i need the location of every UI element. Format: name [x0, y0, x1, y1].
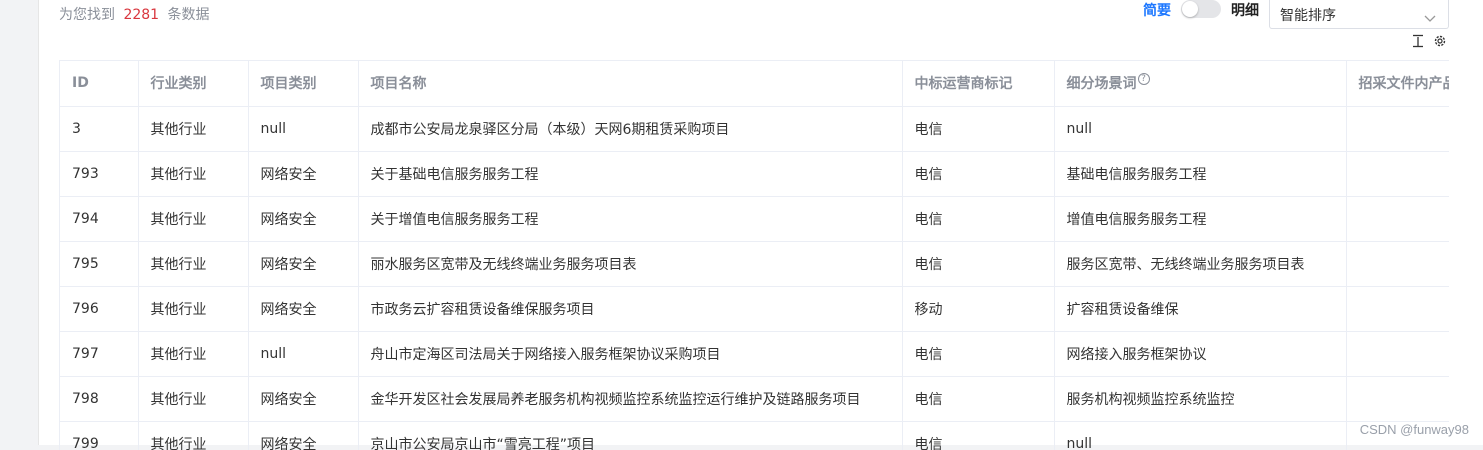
col-header-scene[interactable]: 细分场景词? — [1054, 61, 1347, 107]
col-header-id[interactable]: ID — [60, 61, 139, 107]
table-row[interactable]: 3 其他行业 null 成都市公安局龙泉驿区分局（本级）天网6期租赁采购项目 电信 nul… — [60, 106, 1449, 152]
cell-project-name: 成都市公安局龙泉驿区分局（本级）天网6期租赁采购项目 — [358, 106, 903, 152]
cell-project-type: 网络安全 — [248, 241, 359, 287]
cell-scene: 增值电信服务服务工程 — [1054, 196, 1347, 242]
results-panel: 为您找到 2281 条数据 简要 明细 智能排序 ID 行业类别 项目类别 项目… — [38, 0, 1483, 450]
sort-select[interactable]: 智能排序 — [1269, 0, 1449, 29]
cell-id: 797 — [60, 331, 139, 377]
toggle-knob — [1182, 1, 1198, 17]
col-header-project-name[interactable]: 项目名称 — [358, 61, 903, 107]
summary-suffix: 条数据 — [167, 7, 210, 23]
cell-project-name: 京山市公安局京山市“雪亮工程”项目 — [358, 421, 903, 450]
view-detail-label[interactable]: 明细 — [1231, 0, 1259, 20]
col-header-scene-label: 细分场景词 — [1066, 76, 1137, 93]
col-header-project-type[interactable]: 项目类别 — [248, 61, 359, 107]
cell-industry: 其他行业 — [138, 106, 249, 152]
cell-scene: 基础电信服务服务工程 — [1054, 151, 1347, 197]
cell-industry: 其他行业 — [138, 241, 249, 287]
cell-id: 793 — [60, 151, 139, 197]
cell-id: 795 — [60, 241, 139, 287]
table-row[interactable]: 796 其他行业 网络安全 市政务云扩容租赁设备维保服务项目 移动 扩容租赁设备维保 — [60, 286, 1449, 332]
cell-project-name: 丽水服务区宽带及无线终端业务服务项目表 — [358, 241, 903, 287]
cell-project-name: 关于基础电信服务服务工程 — [358, 151, 903, 197]
cell-project-name: 关于增值电信服务服务工程 — [358, 196, 903, 242]
results-table: ID 行业类别 项目类别 项目名称 中标运营商标记 细分场景词? 招采文件内产品… — [60, 61, 1449, 450]
chevron-down-icon — [1424, 8, 1436, 27]
cell-id: 796 — [60, 286, 139, 332]
col-header-operator[interactable]: 中标运营商标记 — [902, 61, 1055, 107]
view-brief-label[interactable]: 简要 — [1143, 0, 1171, 20]
table-row[interactable]: 795 其他行业 网络安全 丽水服务区宽带及无线终端业务服务项目表 电信 服务区宽带、无线… — [60, 241, 1449, 287]
settings-icon[interactable] — [1433, 33, 1447, 52]
view-mode-toggle[interactable] — [1181, 0, 1221, 18]
table-body: 3 其他行业 null 成都市公安局龙泉驿区分局（本级）天网6期租赁采购项目 电信 nul… — [60, 106, 1449, 450]
cell-project-type: 网络安全 — [248, 376, 359, 422]
cell-id: 799 — [60, 421, 139, 450]
cell-products — [1346, 331, 1449, 377]
cell-scene: 扩容租赁设备维保 — [1054, 286, 1347, 332]
help-icon[interactable]: ? — [1137, 73, 1150, 86]
cell-products — [1346, 241, 1449, 287]
cell-products — [1346, 151, 1449, 197]
cell-industry: 其他行业 — [138, 286, 249, 332]
cell-operator: 电信 — [902, 106, 1055, 152]
cell-operator: 电信 — [902, 331, 1055, 377]
table-row[interactable]: 799 其他行业 网络安全 京山市公安局京山市“雪亮工程”项目 电信 null — [60, 421, 1449, 450]
cell-project-name: 金华开发区社会发展局养老服务机构视频监控系统监控运行维护及链路服务项目 — [358, 376, 903, 422]
cell-industry: 其他行业 — [138, 331, 249, 377]
cell-scene: 服务机构视频监控系统监控 — [1054, 376, 1347, 422]
cell-industry: 其他行业 — [138, 421, 249, 450]
table-header-row: ID 行业类别 项目类别 项目名称 中标运营商标记 细分场景词? 招采文件内产品 — [60, 61, 1449, 107]
cell-operator: 电信 — [902, 376, 1055, 422]
cell-products — [1346, 196, 1449, 242]
cell-industry: 其他行业 — [138, 196, 249, 242]
cell-scene: null — [1054, 106, 1347, 152]
cell-project-type: 网络安全 — [248, 421, 359, 450]
col-header-products[interactable]: 招采文件内产品 — [1346, 61, 1449, 107]
density-icon[interactable] — [1411, 33, 1425, 52]
cell-industry: 其他行业 — [138, 376, 249, 422]
cell-products — [1346, 376, 1449, 422]
cell-id: 3 — [60, 106, 139, 152]
cell-scene: 服务区宽带、无线终端业务服务项目表 — [1054, 241, 1347, 287]
cell-project-name: 市政务云扩容租赁设备维保服务项目 — [358, 286, 903, 332]
result-summary: 为您找到 2281 条数据 — [59, 4, 210, 24]
sort-select-value: 智能排序 — [1280, 8, 1336, 24]
results-table-container[interactable]: ID 行业类别 项目类别 项目名称 中标运营商标记 细分场景词? 招采文件内产品… — [59, 60, 1449, 450]
table-row[interactable]: 797 其他行业 null 舟山市定海区司法局关于网络接入服务框架协议采购项目 电信 网络… — [60, 331, 1449, 377]
cell-project-type: null — [248, 106, 359, 152]
cell-industry: 其他行业 — [138, 151, 249, 197]
cell-project-type: 网络安全 — [248, 196, 359, 242]
table-row[interactable]: 798 其他行业 网络安全 金华开发区社会发展局养老服务机构视频监控系统监控运行维护及… — [60, 376, 1449, 422]
cell-id: 794 — [60, 196, 139, 242]
cell-operator: 移动 — [902, 286, 1055, 332]
cell-scene: null — [1054, 421, 1347, 450]
cell-products — [1346, 106, 1449, 152]
cell-project-name: 舟山市定海区司法局关于网络接入服务框架协议采购项目 — [358, 331, 903, 377]
table-row[interactable]: 794 其他行业 网络安全 关于增值电信服务服务工程 电信 增值电信服务服务工程 — [60, 196, 1449, 242]
cell-operator: 电信 — [902, 241, 1055, 287]
table-row[interactable]: 793 其他行业 网络安全 关于基础电信服务服务工程 电信 基础电信服务服务工程 — [60, 151, 1449, 197]
cell-products — [1346, 286, 1449, 332]
col-header-industry[interactable]: 行业类别 — [138, 61, 249, 107]
cell-operator: 电信 — [902, 151, 1055, 197]
summary-prefix: 为您找到 — [59, 7, 115, 23]
cell-project-type: 网络安全 — [248, 286, 359, 332]
cell-id: 798 — [60, 376, 139, 422]
result-count: 2281 — [123, 7, 160, 23]
cell-operator: 电信 — [902, 196, 1055, 242]
cell-project-type: null — [248, 331, 359, 377]
cell-operator: 电信 — [902, 421, 1055, 450]
cell-project-type: 网络安全 — [248, 151, 359, 197]
cell-scene: 网络接入服务框架协议 — [1054, 331, 1347, 377]
watermark-text: CSDN @funway98 — [1359, 422, 1469, 437]
